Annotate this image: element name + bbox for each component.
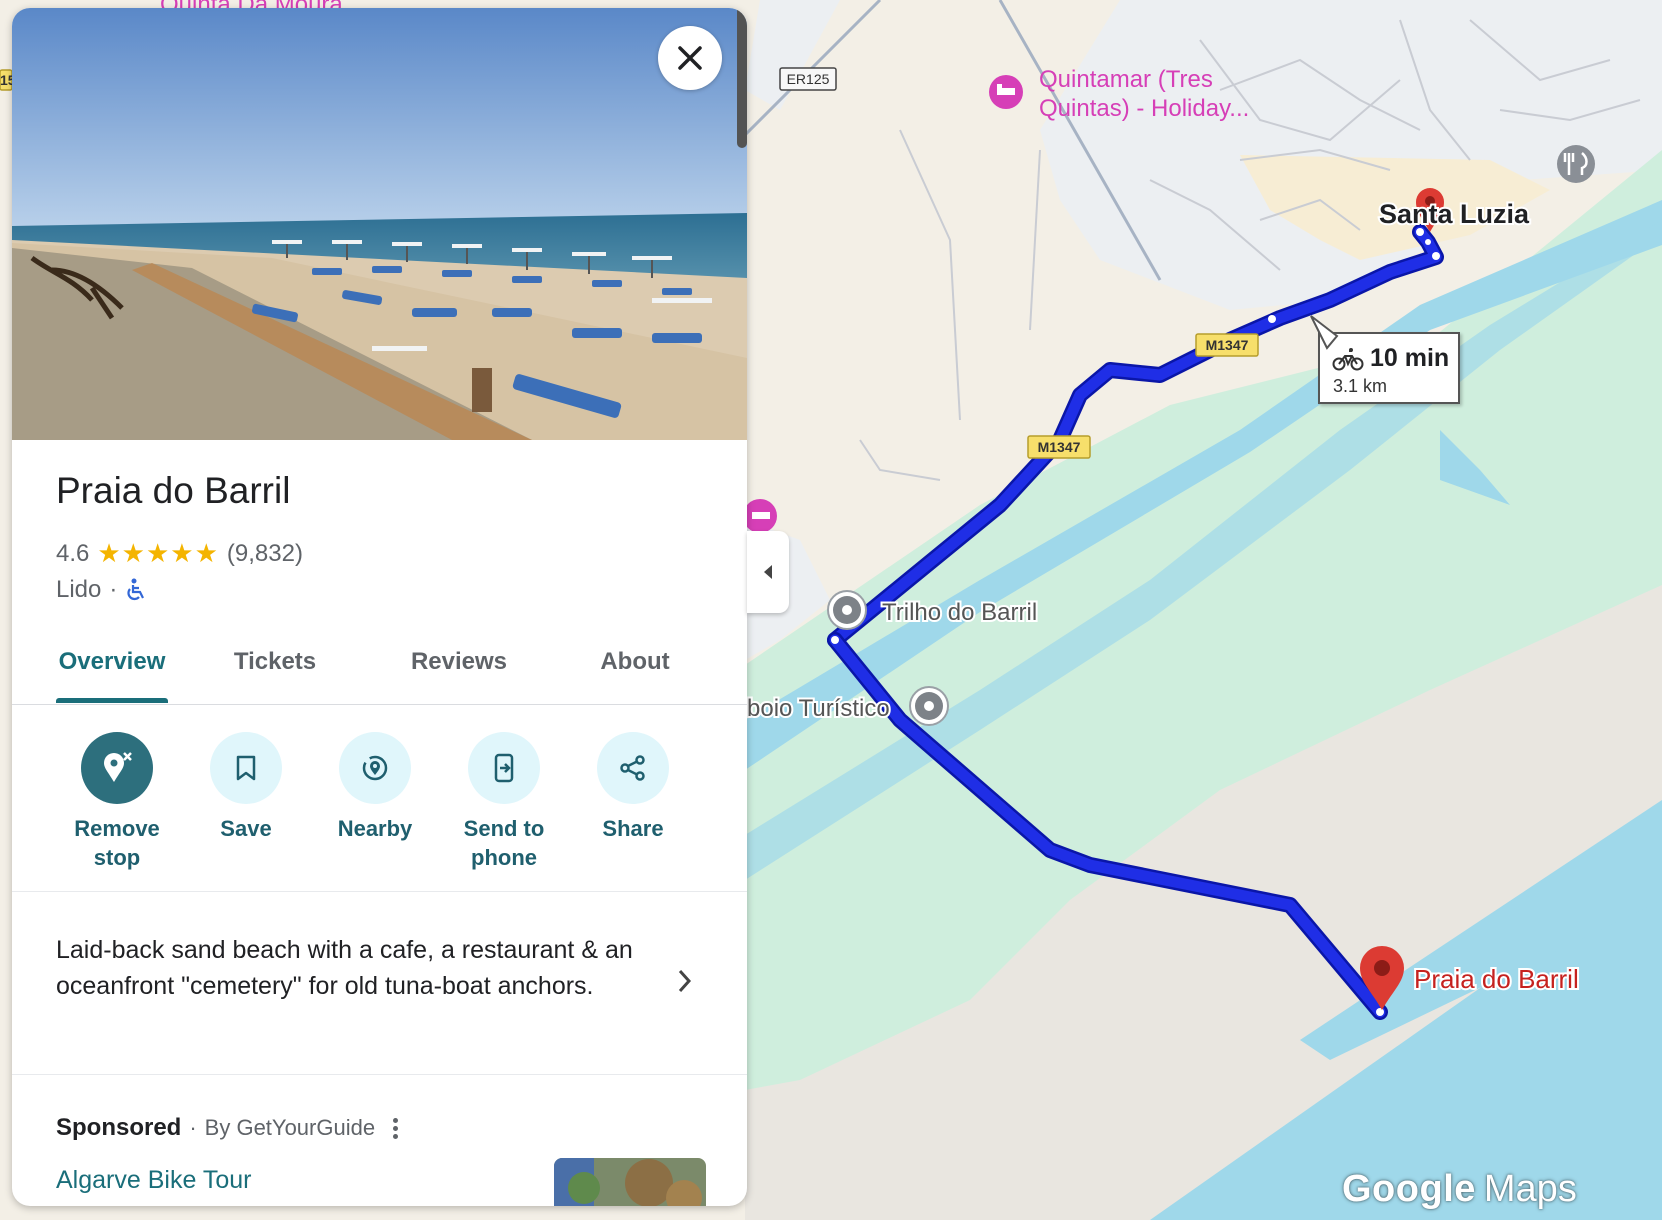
remove-stop-button[interactable]: Remove stop bbox=[53, 732, 181, 872]
train-label: boio Turístico bbox=[747, 695, 890, 722]
chevron-right-icon bbox=[678, 969, 692, 993]
road-label-m1347-south: M1347 bbox=[1027, 435, 1091, 459]
share-button[interactable]: Share bbox=[569, 732, 697, 843]
wheelchair-icon[interactable] bbox=[125, 578, 147, 602]
place-category[interactable]: Lido bbox=[56, 576, 101, 604]
description-row[interactable]: Laid-back sand beach with a cafe, a rest… bbox=[12, 892, 747, 1075]
nearby-button[interactable]: Nearby bbox=[311, 732, 439, 843]
svg-text:M1347: M1347 bbox=[1038, 439, 1081, 455]
tab-about[interactable]: About bbox=[580, 648, 690, 676]
hotel-poi-west[interactable] bbox=[743, 499, 777, 533]
place-description: Laid-back sand beach with a cafe, a rest… bbox=[56, 936, 633, 1000]
beach-photo-image bbox=[12, 8, 747, 440]
maps-screen: ER125 M1347 M1347 15 Quinta Da Moura Qui… bbox=[0, 0, 1662, 1220]
tab-reviews[interactable]: Reviews bbox=[404, 648, 514, 676]
place-details-panel: Praia do Barril 4.6 ★★★★★ (9,832) Lido ·… bbox=[12, 8, 747, 1206]
nearby-icon bbox=[362, 755, 388, 781]
road-label-m1347-north: M1347 bbox=[1195, 333, 1259, 357]
action-buttons: Remove stop Save Nearby Send to phone Sh… bbox=[12, 706, 747, 892]
more-options-icon[interactable] bbox=[393, 1117, 399, 1139]
sponsored-label: Sponsored bbox=[56, 1114, 182, 1141]
rating-row[interactable]: 4.6 ★★★★★ (9,832) bbox=[56, 538, 303, 569]
road-label-er125: ER125 bbox=[779, 67, 837, 91]
tab-overview[interactable]: Overview bbox=[56, 648, 168, 676]
panel-scrollbar[interactable] bbox=[737, 8, 747, 148]
hotel-label-line2: Quintas) - Holiday... bbox=[1039, 95, 1249, 122]
restaurant-poi[interactable] bbox=[1557, 145, 1595, 183]
close-button[interactable] bbox=[658, 26, 722, 90]
restaurant-icon bbox=[1557, 145, 1595, 183]
place-photo[interactable] bbox=[12, 8, 747, 440]
send-to-phone-icon bbox=[494, 753, 514, 783]
place-tabs: Overview Tickets Reviews About bbox=[12, 638, 747, 705]
ad-thumbnail-image bbox=[554, 1158, 706, 1206]
rating-stars-icon: ★★★★★ bbox=[97, 538, 219, 568]
chevron-left-icon bbox=[764, 565, 772, 579]
pin-remove-icon bbox=[104, 752, 132, 782]
separator-dot: · bbox=[109, 576, 118, 603]
google-maps-logo: Google Maps bbox=[1342, 1168, 1577, 1210]
tab-tickets[interactable]: Tickets bbox=[220, 648, 330, 676]
hotel-label-line1: Quintamar (Tres bbox=[1039, 66, 1213, 93]
active-tab-indicator bbox=[56, 698, 168, 703]
ad-title-link[interactable]: Algarve Bike Tour bbox=[56, 1166, 251, 1195]
reviews-count[interactable]: (9,832) bbox=[227, 540, 303, 568]
sponsored-header: Sponsored · By GetYourGuide bbox=[56, 1114, 399, 1142]
rating-value: 4.6 bbox=[56, 539, 90, 567]
sponsored-by: By GetYourGuide bbox=[204, 1115, 376, 1140]
tooltip-pointer bbox=[1310, 315, 1339, 350]
trail-label: Trilho do Barril bbox=[882, 599, 1037, 626]
category-row: Lido · bbox=[56, 576, 147, 604]
route-distance: 3.1 km bbox=[1333, 376, 1388, 396]
route-time: 10 min bbox=[1370, 344, 1450, 372]
save-button[interactable]: Save bbox=[182, 732, 310, 843]
send-to-phone-button[interactable]: Send to phone bbox=[440, 732, 568, 872]
town-label-santa-luzia[interactable]: Santa Luzia bbox=[1377, 197, 1532, 231]
ad-thumbnail[interactable] bbox=[554, 1158, 706, 1206]
share-icon bbox=[620, 755, 645, 781]
destination-label[interactable]: Praia do Barril bbox=[1412, 962, 1581, 996]
bookmark-icon bbox=[236, 755, 256, 781]
place-title: Praia do Barril bbox=[56, 470, 291, 511]
sponsored-separator: · bbox=[189, 1115, 197, 1140]
svg-text:M1347: M1347 bbox=[1206, 337, 1249, 353]
close-icon bbox=[678, 46, 702, 70]
collapse-panel-button[interactable] bbox=[747, 531, 789, 613]
svg-text:ER125: ER125 bbox=[787, 71, 830, 87]
